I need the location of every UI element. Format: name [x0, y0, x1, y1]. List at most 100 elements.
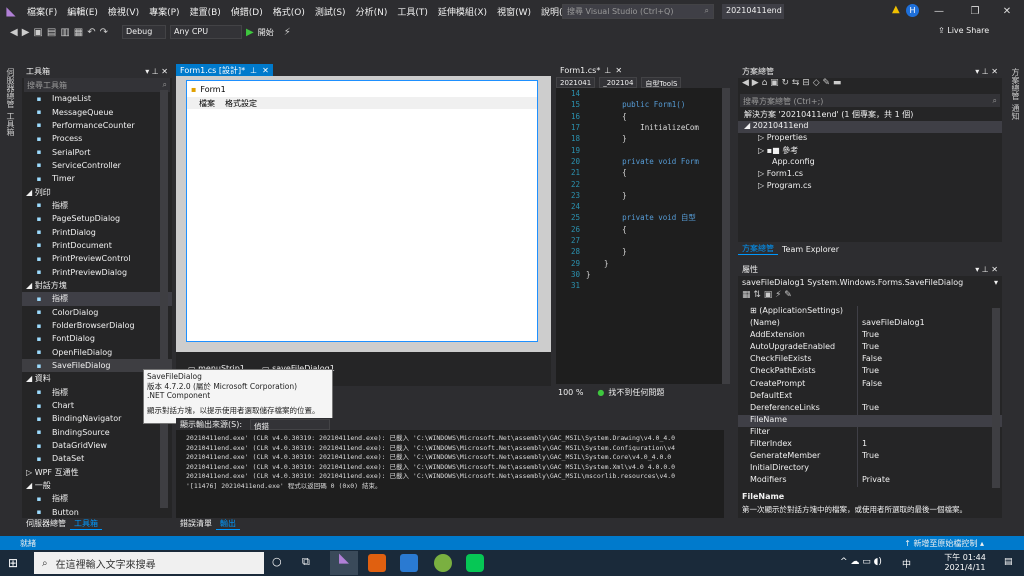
- toolbox-item[interactable]: ▪ FontDialog: [22, 332, 172, 345]
- solution-tree-item[interactable]: ▷ Properties: [738, 133, 1002, 145]
- toolbox-item[interactable]: ▪ Timer: [22, 172, 172, 185]
- menu-item[interactable]: 延伸模組(X): [433, 5, 492, 18]
- property-value[interactable]: 1: [858, 439, 867, 451]
- save-all-icon[interactable]: ▦: [74, 27, 83, 38]
- zoom-level[interactable]: 100 %: [558, 388, 583, 397]
- source-control-button[interactable]: ↑ 新增至原始檔控制 ▴: [904, 538, 1024, 549]
- config-select[interactable]: Debug: [122, 25, 166, 39]
- toolbox-item[interactable]: ▪ DataSet: [22, 452, 172, 465]
- properties-object-select[interactable]: saveFileDialog1 System.Windows.Forms.Sav…: [738, 276, 1002, 290]
- redo-icon[interactable]: ↷: [100, 27, 108, 38]
- app-taskbar-icon-2[interactable]: [400, 554, 418, 572]
- toolbox-section[interactable]: ▷ WPF 互通性: [22, 466, 172, 479]
- toolbox-item[interactable]: ▪ 指標: [22, 292, 172, 306]
- clock[interactable]: 下午 01:44 2021/4/11: [940, 552, 990, 572]
- code-scrollbar[interactable]: [722, 88, 730, 384]
- toolbox-item[interactable]: ▪ PrintDocument: [22, 239, 172, 252]
- menu-item[interactable]: 偵錯(D): [226, 5, 268, 18]
- close-icon[interactable]: ✕: [262, 66, 269, 75]
- property-row[interactable]: CreatePrompt False: [738, 378, 1002, 391]
- toolbox-item[interactable]: ▪ PrintPreviewDialog: [22, 265, 172, 278]
- nav-class-select[interactable]: _202104: [599, 76, 638, 88]
- properties-scrollbar[interactable]: [992, 308, 1000, 488]
- pin-icon[interactable]: ⊥: [250, 66, 257, 75]
- solution-tree-item[interactable]: ▷ ▪■ 參考: [738, 145, 1002, 157]
- start-button-label[interactable]: 開始: [258, 27, 274, 38]
- undo-icon[interactable]: ↶: [87, 27, 95, 38]
- tab-toolbox[interactable]: 工具箱: [70, 518, 102, 530]
- toolbox-pin-icon[interactable]: ▾ ⊥ ✕: [145, 67, 168, 76]
- property-row[interactable]: ⊞ (ApplicationSettings): [738, 306, 1002, 319]
- tab-form1-designer[interactable]: Form1.cs [設計]* ⊥ ✕: [176, 64, 273, 76]
- pin-icon[interactable]: ⊥: [604, 66, 611, 75]
- menu-item[interactable]: 格式(O): [268, 5, 310, 18]
- menu-item[interactable]: 專案(P): [144, 5, 184, 18]
- toolbox-item[interactable]: ▪ PerformanceCounter: [22, 119, 172, 132]
- toolbox-search-input[interactable]: 搜尋工具箱 ⌕: [24, 78, 170, 92]
- property-row[interactable]: Modifiers Private: [738, 475, 1002, 488]
- solution-search-input[interactable]: 搜尋方案總管 (Ctrl+;) ⌕: [740, 94, 1000, 107]
- menu-item[interactable]: 分析(N): [351, 5, 393, 18]
- toolbox-item[interactable]: ▪ PageSetupDialog: [22, 212, 172, 225]
- toolbox-item[interactable]: ▪ DataGridView: [22, 439, 172, 452]
- side-tab-toolbox[interactable]: 工具箱: [5, 112, 16, 136]
- nav-project-select[interactable]: 2021041: [556, 76, 596, 88]
- minimize-icon[interactable]: —: [922, 0, 956, 22]
- notification-icon[interactable]: ▤: [1004, 557, 1013, 567]
- menu-item[interactable]: 工具(T): [392, 5, 433, 18]
- code-editor[interactable]: 14 15 public Form1() 16 {17 InitializeCom 1…: [556, 88, 722, 384]
- output-source-select[interactable]: 偵錯: [250, 418, 331, 431]
- ime-indicator[interactable]: 中: [902, 557, 911, 570]
- property-value[interactable]: [858, 463, 862, 475]
- tab-server-explorer[interactable]: 伺服器總管: [22, 518, 70, 530]
- new-project-icon[interactable]: ▣: [33, 27, 42, 38]
- toolbox-section[interactable]: ◢ 對話方塊: [22, 279, 172, 292]
- tab-team-explorer[interactable]: Team Explorer: [778, 245, 843, 254]
- toolbox-item[interactable]: ▪ PrintPreviewControl: [22, 252, 172, 265]
- property-value[interactable]: [858, 427, 862, 439]
- property-row[interactable]: CheckFileExists False: [738, 354, 1002, 367]
- property-row[interactable]: AddExtension True: [738, 330, 1002, 343]
- toolbox-item[interactable]: ▪ FolderBrowserDialog: [22, 319, 172, 332]
- property-value[interactable]: [858, 415, 862, 427]
- menu-item[interactable]: 建置(B): [185, 5, 226, 18]
- cortana-icon[interactable]: ○: [272, 555, 282, 568]
- form-window[interactable]: ▪ Form1 檔案 格式設定: [186, 80, 538, 342]
- property-row[interactable]: CheckPathExists True: [738, 366, 1002, 379]
- property-row[interactable]: FileName: [738, 414, 1002, 427]
- toolbox-scrollbar[interactable]: [160, 90, 168, 508]
- toolbox-item[interactable]: ▪ BindingSource: [22, 426, 172, 439]
- toolbox-item[interactable]: ▪ Button: [22, 506, 172, 519]
- property-value[interactable]: [858, 391, 862, 403]
- property-value[interactable]: False: [858, 354, 882, 366]
- close-icon[interactable]: ✕: [990, 0, 1024, 22]
- toolbox-item[interactable]: ▪ ServiceController: [22, 159, 172, 172]
- vs-search-box[interactable]: 搜尋 Visual Studio (Ctrl+Q) ⌕: [562, 4, 714, 19]
- toolbox-item[interactable]: ▪ MessageQueue: [22, 105, 172, 118]
- live-share-button[interactable]: ⇪ Live Share: [938, 26, 989, 35]
- app-taskbar-icon-1[interactable]: [368, 554, 386, 572]
- menu-item[interactable]: 編輯(E): [62, 5, 103, 18]
- line-taskbar-icon[interactable]: [466, 554, 484, 572]
- platform-select[interactable]: Any CPU: [170, 25, 242, 39]
- app-taskbar-icon-3[interactable]: [434, 554, 452, 572]
- toolbox-item[interactable]: ▪ 指標: [22, 492, 172, 505]
- solution-tree-item[interactable]: App.config: [738, 157, 1002, 169]
- tray-icons[interactable]: ^ ☁ ▭ ◖): [840, 557, 882, 567]
- toolbox-item[interactable]: ▪ Process: [22, 132, 172, 145]
- panel-pin-icon[interactable]: ▾ ⊥ ✕: [975, 67, 998, 76]
- menu-item[interactable]: 測試(S): [310, 5, 351, 18]
- property-value[interactable]: True: [858, 342, 879, 354]
- solution-tree-item[interactable]: ▷ Form1.cs: [738, 169, 1002, 181]
- property-row[interactable]: FilterIndex 1: [738, 439, 1002, 452]
- panel-pin-icon[interactable]: ▾ ⊥ ✕: [975, 265, 998, 274]
- side-tab-solution[interactable]: 方案總管: [1010, 68, 1021, 100]
- side-tab-notifications[interactable]: 通知: [1010, 104, 1021, 120]
- form-menu-file[interactable]: 檔案: [199, 98, 215, 109]
- property-value[interactable]: [858, 306, 862, 318]
- solution-tree-item[interactable]: ▷ Program.cs: [738, 181, 1002, 193]
- property-value[interactable]: True: [858, 451, 879, 463]
- tab-output[interactable]: 輸出: [216, 518, 240, 530]
- windows-start-icon[interactable]: ⊞: [8, 556, 18, 570]
- solution-tree-item[interactable]: 解決方案 '20210411end' (1 個專案，共 1 個): [738, 109, 1002, 121]
